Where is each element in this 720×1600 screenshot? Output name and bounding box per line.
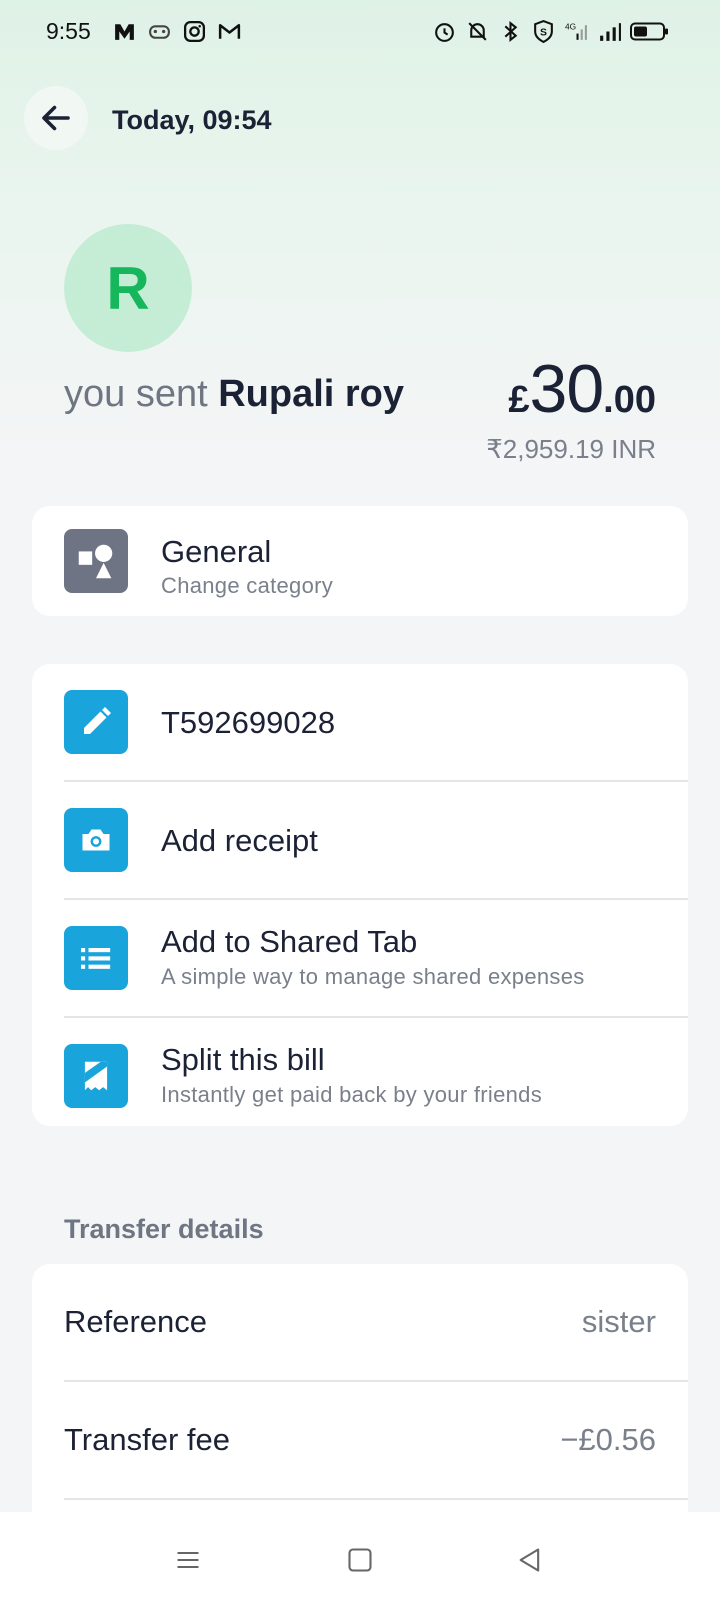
back-nav-button[interactable] [512, 1542, 548, 1578]
sent-prefix: you sent [64, 373, 208, 415]
triangle-back-icon [519, 1548, 540, 1572]
signal-icon [600, 23, 621, 41]
gmail-icon [218, 24, 241, 39]
add-receipt-row[interactable]: Add receipt [32, 782, 688, 900]
camera-icon [64, 808, 128, 872]
amount: £30.00 [508, 350, 656, 428]
pencil-icon [64, 690, 128, 754]
category-card[interactable]: General Change category [32, 506, 688, 616]
transaction-date: Today, 09:54 [112, 105, 272, 135]
converted-amount: ₹2,959.19 INR [486, 434, 656, 464]
status-bar: 9:55 S 4G [0, 0, 720, 64]
shield-icon: S [534, 19, 553, 44]
reference-label: Reference [64, 1304, 208, 1339]
alarm-icon [435, 23, 454, 42]
shared-tab-row[interactable]: Add to Shared Tab A simple way to manage… [32, 900, 688, 1018]
split-bill-subtitle: Instantly get paid back by your friends [161, 1082, 543, 1107]
divider [64, 1498, 688, 1500]
note-text[interactable]: T592699028 [161, 705, 335, 741]
note-row[interactable]: T592699028 [32, 664, 688, 782]
transfer-details-card: Reference sister Transfer fee −£0.56 [32, 1264, 688, 1524]
split-bill-title: Split this bill [161, 1042, 325, 1077]
home-nav-button[interactable] [342, 1542, 378, 1578]
category-title: General [161, 534, 272, 569]
battery-icon [630, 22, 668, 41]
avatar: R [64, 224, 192, 352]
game-icon [149, 25, 170, 39]
arrow-left-icon [42, 105, 70, 131]
category-shapes-icon [64, 529, 128, 593]
m-app-icon [115, 24, 134, 40]
bluetooth-icon [504, 20, 518, 43]
reference-row: Reference sister [32, 1264, 688, 1382]
transfer-details-heading: Transfer details [64, 1214, 264, 1244]
instagram-icon [183, 20, 206, 43]
shared-tab-title: Add to Shared Tab [161, 924, 418, 959]
transfer-fee-value: −£0.56 [560, 1422, 656, 1457]
notification-icons [112, 19, 242, 44]
svg-text:S: S [540, 28, 547, 39]
amount-whole: 30 [529, 351, 605, 427]
back-button[interactable] [24, 86, 88, 150]
recipient-name[interactable]: Rupali roy [218, 373, 404, 415]
square-home-icon [348, 1548, 372, 1572]
list-icon [64, 926, 128, 990]
transfer-fee-row: Transfer fee −£0.56 [32, 1382, 688, 1500]
reference-value: sister [581, 1304, 656, 1339]
bell-off-icon [468, 22, 487, 41]
menu-icon [177, 1551, 199, 1569]
split-bill-row[interactable]: Split this bill Instantly get paid back … [32, 1018, 688, 1136]
system-nav-bar [0, 1512, 720, 1600]
menu-nav-button[interactable] [170, 1542, 206, 1578]
svg-text:4G: 4G [565, 21, 576, 31]
amount-decimal: .00 [603, 379, 656, 421]
actions-card: T592699028 Add receipt Add to Shared Tab… [32, 664, 688, 1126]
status-time: 9:55 [46, 18, 91, 44]
add-receipt-label: Add receipt [161, 823, 318, 858]
amount-currency: £ [508, 379, 530, 421]
avatar-initial: R [106, 254, 150, 322]
system-icons: S 4G [432, 19, 670, 44]
sent-to-line: you sent Rupali roy [64, 373, 404, 416]
receipt-split-icon [64, 1044, 128, 1108]
category-row[interactable]: General Change category [32, 506, 688, 616]
change-category-link[interactable]: Change category [161, 573, 333, 599]
transfer-fee-label: Transfer fee [64, 1422, 230, 1457]
4g-signal-icon: 4G [565, 21, 587, 40]
shared-tab-subtitle: A simple way to manage shared expenses [161, 964, 585, 989]
